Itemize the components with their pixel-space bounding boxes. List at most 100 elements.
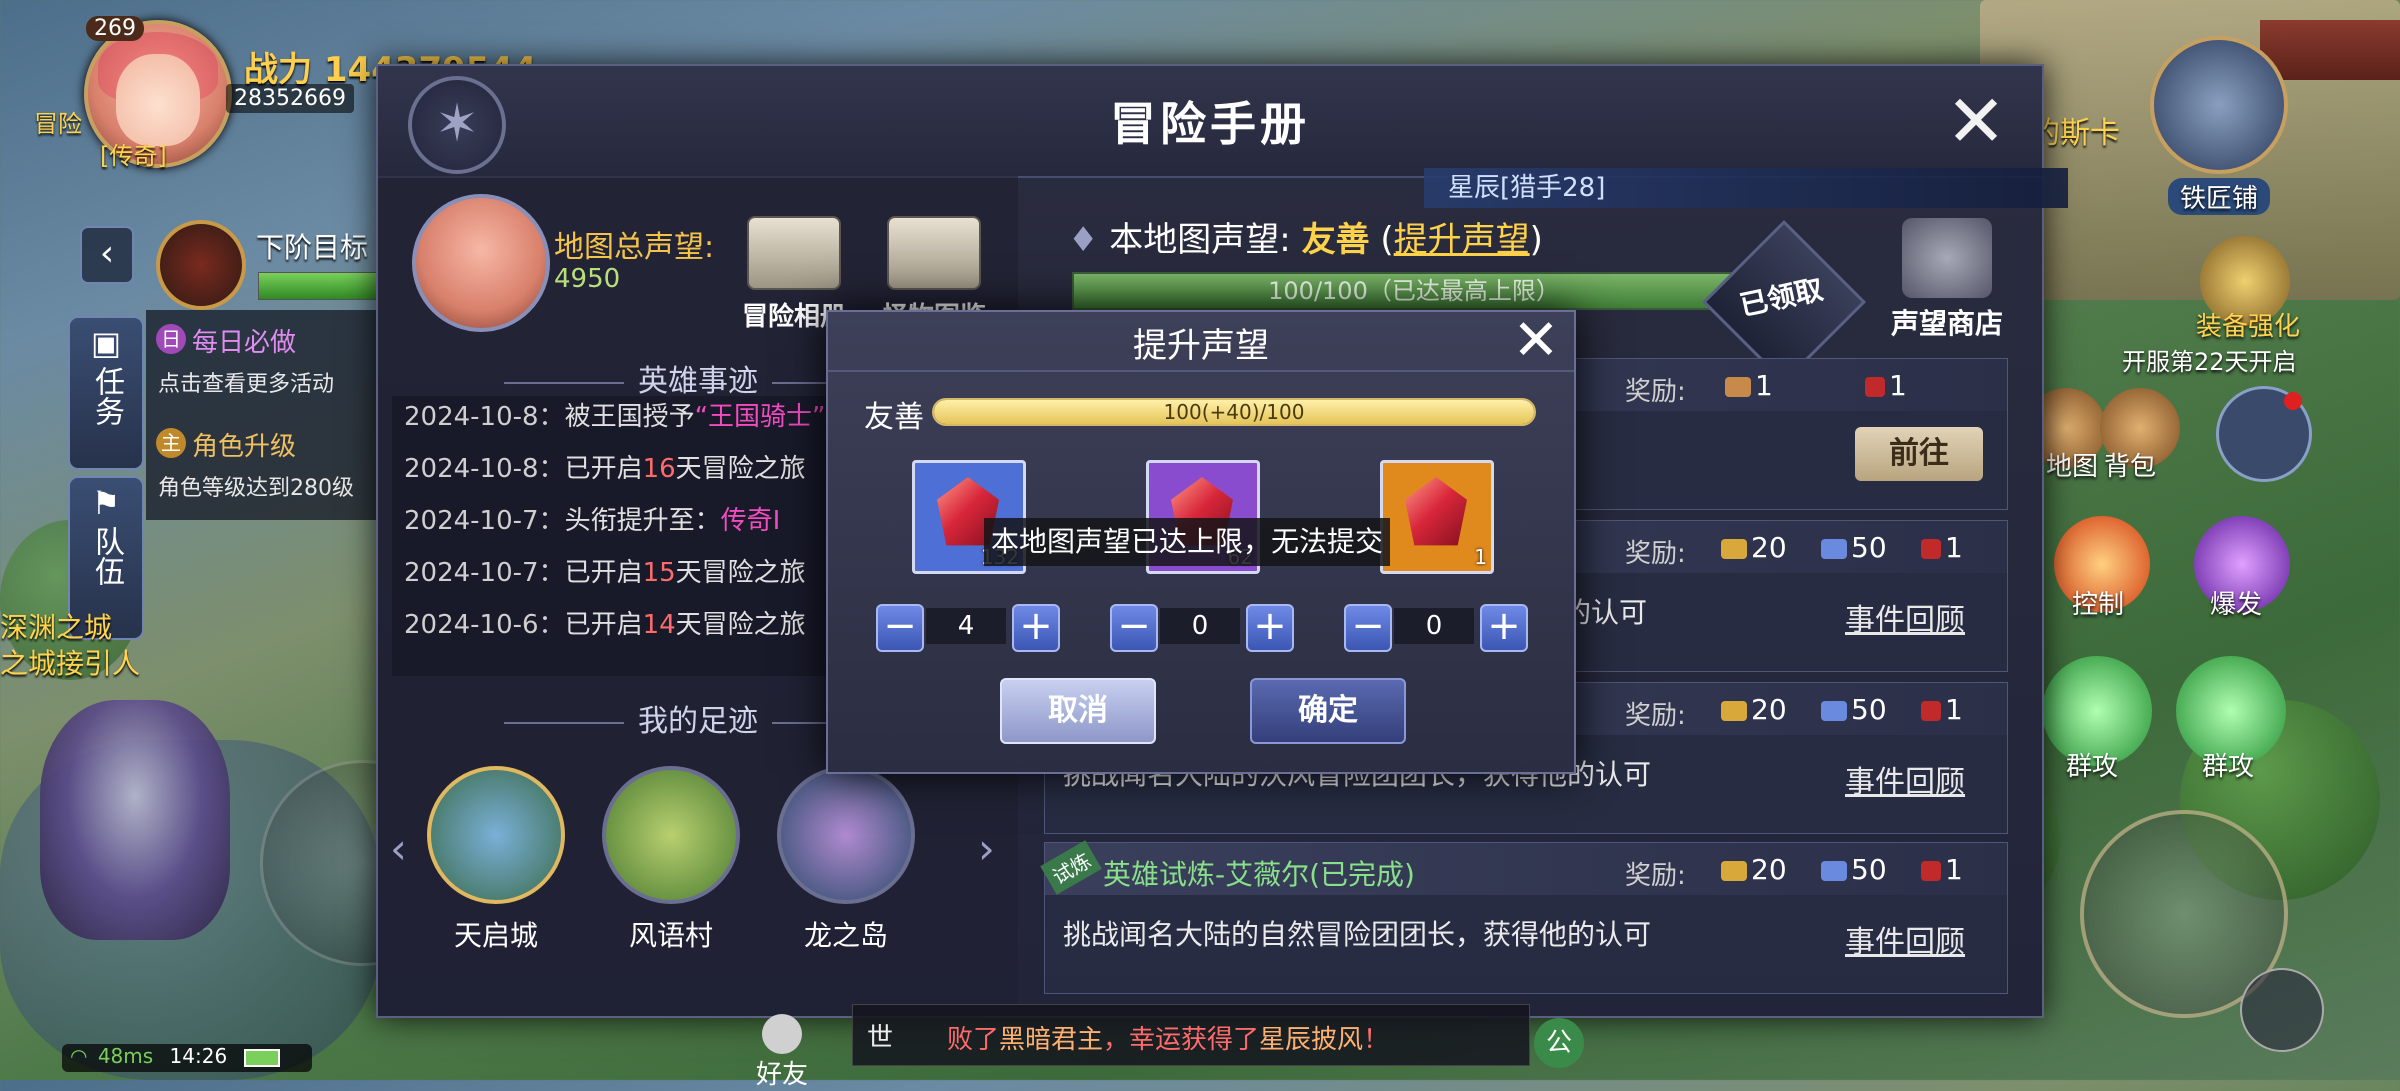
reward-gold: 20 xyxy=(1721,693,1787,726)
next-goal-progress xyxy=(258,272,380,300)
go-button[interactable]: 前往 xyxy=(1855,427,1983,481)
world-chat-bar[interactable]: 世 败了黑暗君主，幸运获得了星辰披风！ xyxy=(852,1004,1530,1066)
rep-item-slot-3[interactable]: 1 xyxy=(1380,460,1494,574)
friends-icon xyxy=(762,1014,802,1054)
reward-gold: 20 xyxy=(1721,531,1787,564)
map-rep-progress-bar: 100/100（已达最高上限） xyxy=(1072,272,1756,310)
tianqi-city-icon xyxy=(427,766,565,904)
footprint-dragon-island[interactable]: 龙之岛 xyxy=(776,766,916,954)
next-goal-emblem-icon[interactable] xyxy=(156,220,246,310)
reward-label: 奖励: xyxy=(1625,701,1686,731)
red-gem-icon xyxy=(1921,539,1941,559)
task-card: 试炼 英雄试炼-艾薇尔(已完成) 奖励: 20 50 1 挑战闻名大陆的自然冒险… xyxy=(1040,840,2008,994)
qty-stepper-1: − 4 + xyxy=(876,604,1060,652)
qty-value: 4 xyxy=(926,608,1006,644)
daily-quest-text: 点击查看更多活动 xyxy=(158,372,335,397)
dragon-island-icon xyxy=(777,766,915,904)
reward-gem: 1 xyxy=(1865,369,1907,402)
fengyu-village-icon xyxy=(602,766,740,904)
raise-rep-link[interactable]: 提升声望 xyxy=(1394,220,1530,260)
reward-label: 奖励: xyxy=(1625,861,1686,891)
blacksmith-icon[interactable] xyxy=(2150,36,2288,174)
minus-button[interactable]: − xyxy=(876,604,924,652)
event-review-link[interactable]: 事件回顾 xyxy=(1845,917,1965,961)
skill-control-label: 控制 xyxy=(2072,590,2125,620)
minus-button[interactable]: − xyxy=(1344,604,1392,652)
dialog-close-button[interactable]: ✕ xyxy=(1940,85,2012,158)
network-latency: 48ms xyxy=(97,1044,154,1068)
plus-button[interactable]: + xyxy=(1012,604,1060,652)
plus-button[interactable]: + xyxy=(1246,604,1294,652)
popup-close-button[interactable]: ✕ xyxy=(1508,313,1564,370)
skill-aoe-label-2: 群攻 xyxy=(2202,752,2255,782)
daily-quest-title: 每日必做 xyxy=(192,328,297,358)
chat-message: 败了黑暗君主，幸运获得了星辰披风！ xyxy=(947,1025,1390,1055)
minus-button[interactable]: − xyxy=(1110,604,1158,652)
task-card-header: 试炼 英雄试炼-艾薇尔(已完成) 奖励: 20 50 1 xyxy=(1040,840,2007,895)
qty-stepper-2: − 0 + xyxy=(1110,604,1294,652)
cancel-button[interactable]: 取消 xyxy=(1000,678,1156,744)
popup-rep-level: 友善 xyxy=(864,400,924,435)
reward-label: 奖励: xyxy=(1625,377,1686,407)
popup-rep-progress-text: 100(+40)/100 xyxy=(1163,400,1305,424)
public-channel-button[interactable]: 公 xyxy=(1534,1018,1584,1068)
gold-bar-icon xyxy=(1721,861,1747,881)
red-gem-icon xyxy=(1865,377,1885,397)
rep-shop-button[interactable]: 声望商店 xyxy=(1882,218,2012,342)
flag-icon: ⚑ xyxy=(91,484,121,522)
total-rep-value: 4950 xyxy=(554,264,621,294)
combat-power-sub: 28352669 xyxy=(226,84,354,113)
footprints-carousel: 天启城 风语村 龙之岛 xyxy=(426,766,1046,1006)
reward-gold: 20 xyxy=(1721,853,1787,886)
gold-bar-icon xyxy=(1721,539,1747,559)
event-review-link[interactable]: 事件回顾 xyxy=(1845,757,1965,801)
red-gem-icon xyxy=(1921,701,1941,721)
levelup-quest-text: 角色等级达到280级 xyxy=(158,476,354,501)
red-gem-icon xyxy=(1921,861,1941,881)
treasure-chest-icon xyxy=(1902,218,1992,298)
diamond-icon xyxy=(1821,861,1847,881)
trial-tag: 试炼 xyxy=(1040,840,1102,895)
calendar-icon: ▣ xyxy=(90,324,122,362)
main-quest-icon: 主 xyxy=(156,428,186,458)
task-description: 挑战闻名大陆的自然冒险团团长，获得他的认可 xyxy=(1063,918,1652,951)
battery-icon xyxy=(243,1048,280,1067)
footprints-next-arrow[interactable]: › xyxy=(978,824,995,873)
map-rep-level: 友善 xyxy=(1301,220,1370,260)
reward-diamond: 50 xyxy=(1821,531,1887,564)
map-rep-row: ♦ 本地图声望: 友善 (提升声望) xyxy=(1068,220,1543,260)
task-tab[interactable]: ▣ 任务 xyxy=(68,316,144,470)
skill-burst-label: 爆发 xyxy=(2210,590,2263,620)
player-title-tag: 星辰[猎手28] xyxy=(1424,168,2068,208)
footprints-prev-arrow[interactable]: ‹ xyxy=(390,824,407,873)
reward-label: 奖励: xyxy=(1625,539,1686,569)
dialog-title: 冒险手册 xyxy=(1110,97,1310,151)
reward-chest: 1 xyxy=(1725,369,1773,402)
daily-icon: 日 xyxy=(156,324,186,354)
wifi-icon: ◠ xyxy=(70,1044,88,1068)
item-count: 1 xyxy=(1474,545,1487,569)
device-status-bar: ◠ 48ms 14:26 xyxy=(62,1044,312,1072)
limit-toast-message: 本地图声望已达上限，无法提交 xyxy=(984,518,1390,566)
confirm-button[interactable]: 确定 xyxy=(1250,678,1406,744)
footprint-tianqi[interactable]: 天启城 xyxy=(426,766,566,954)
qty-value: 0 xyxy=(1160,608,1240,644)
total-rep-label: 地图总声望: xyxy=(554,230,715,265)
legend-title-tag: [传奇] xyxy=(100,142,167,170)
switch-target-icon[interactable] xyxy=(2240,968,2324,1052)
monster-book-icon xyxy=(887,216,981,290)
quest-tracker[interactable]: 日 每日必做 点击查看更多活动 主 角色升级 角色等级达到280级 xyxy=(146,310,386,520)
task-name: 英雄试炼-艾薇尔(已完成) xyxy=(1103,858,1415,891)
levelup-quest-title: 角色升级 xyxy=(192,432,297,462)
player-level-badge: 269 xyxy=(86,16,144,41)
reward-gem: 1 xyxy=(1921,693,1963,726)
map-rep-progress-text: 100/100（已达最高上限） xyxy=(1268,277,1560,305)
collapse-arrow-button[interactable]: ‹ xyxy=(80,226,134,284)
popup-rep-progress-bar: 100(+40)/100 xyxy=(932,398,1536,426)
event-review-link[interactable]: 事件回顾 xyxy=(1845,595,1965,639)
reward-diamond: 50 xyxy=(1821,853,1887,886)
footprint-fengyu[interactable]: 风语村 xyxy=(601,766,741,954)
plus-button[interactable]: + xyxy=(1480,604,1528,652)
next-goal-label: 下阶目标 xyxy=(256,231,369,264)
friends-button[interactable]: 好友 xyxy=(756,1014,808,1091)
